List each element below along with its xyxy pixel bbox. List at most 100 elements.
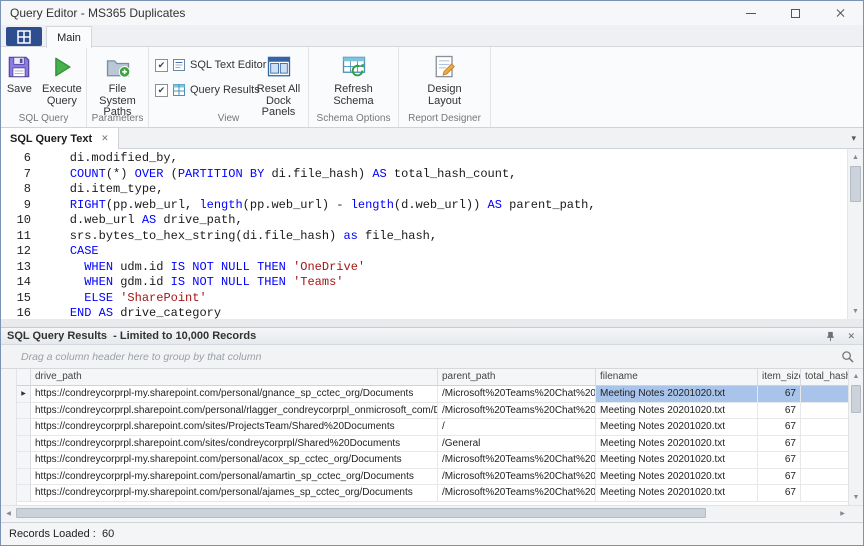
cell-item_size[interactable]: 67 [758,469,801,486]
cell-drive_path[interactable]: https://condreycorprpl-my.sharepoint.com… [31,469,438,486]
cell-item_size[interactable]: 67 [758,403,801,420]
results-close-icon[interactable]: ✕ [847,331,855,342]
pin-icon[interactable] [825,331,836,342]
column-header-parent_path[interactable]: parent_path [438,369,596,386]
table-row[interactable]: https://condreycorprpl-my.sharepoint.com… [17,452,848,469]
code-text: WHEN udm.id IS NOT NULL THEN 'OneDrive' [31,260,365,276]
table-row[interactable]: https://condreycorprpl.sharepoint.com/si… [17,419,848,436]
cell-parent_path[interactable]: /Microsoft%20Teams%20Chat%20Files [438,386,596,403]
cell-parent_path[interactable]: /General [438,436,596,453]
ribbon-group-caption-view: View [149,113,308,124]
cell-item_size[interactable]: 67 [758,452,801,469]
search-icon[interactable] [841,350,854,363]
cell-parent_path[interactable]: /Microsoft%20Teams%20Chat%20Files [438,452,596,469]
cell-total_hash[interactable] [801,386,848,403]
tab-main[interactable]: Main [46,26,92,48]
grid-horizontal-scrollbar[interactable]: ◀ ▶ [1,505,850,520]
ribbon-group-view: ✔ SQL Text Editor ✔ Query Results Reset … [149,47,309,127]
ribbon-group-caption-report-designer: Report Designer [399,113,490,124]
scroll-down-icon[interactable]: ▼ [849,490,863,505]
cell-total_hash[interactable] [801,419,848,436]
maximize-button[interactable] [773,1,818,25]
code-area[interactable]: 6 di.modified_by,7 COUNT(*) OVER (PARTIT… [1,151,846,319]
dock-panels-icon [265,53,293,81]
grid-header-row: drive_pathparent_pathfilenameitem_sizeto… [17,369,848,386]
column-header-filename[interactable]: filename [596,369,758,386]
chevron-down-icon[interactable]: ▾ [851,133,856,144]
title-bar: Query Editor - MS365 Duplicates [1,1,863,25]
code-text: COUNT(*) OVER (PARTITION BY di.file_hash… [31,167,516,183]
table-row[interactable]: https://condreycorprpl.sharepoint.com/si… [17,436,848,453]
code-text: ELSE 'SharePoint' [31,291,207,307]
tab-sql-query-text[interactable]: SQL Query Text ✕ [1,128,119,149]
cell-total_hash[interactable] [801,403,848,420]
column-header-item_size[interactable]: item_size [758,369,801,386]
row-indicator-cell [17,436,31,453]
sql-editor[interactable]: 6 di.modified_by,7 COUNT(*) OVER (PARTIT… [1,149,863,319]
cell-filename[interactable]: Meeting Notes 20201020.txt [596,419,758,436]
cell-parent_path[interactable]: /Microsoft%20Teams%20Chat%20Files [438,469,596,486]
minimize-button[interactable] [728,1,773,25]
application-grid-icon [17,30,31,44]
cell-filename[interactable]: Meeting Notes 20201020.txt [596,403,758,420]
file-system-paths-button[interactable]: File System Paths [88,51,147,121]
table-row[interactable]: https://condreycorprpl-my.sharepoint.com… [17,485,848,502]
scroll-down-icon[interactable]: ▼ [848,303,863,319]
refresh-schema-button[interactable]: Refresh Schema [325,51,383,109]
line-number: 14 [1,275,31,291]
code-text: srs.bytes_to_hex_string(di.file_hash) as… [31,229,437,245]
cell-drive_path[interactable]: https://condreycorprpl-my.sharepoint.com… [31,452,438,469]
cell-parent_path[interactable]: / [438,419,596,436]
column-header-drive_path[interactable]: drive_path [31,369,438,386]
cell-drive_path[interactable]: https://condreycorprpl.sharepoint.com/si… [31,436,438,453]
panel-splitter[interactable] [1,319,863,327]
cell-filename[interactable]: Meeting Notes 20201020.txt [596,436,758,453]
close-icon [836,8,846,18]
cell-filename[interactable]: Meeting Notes 20201020.txt [596,485,758,502]
cell-parent_path[interactable]: /Microsoft%20Teams%20Chat%20Files [438,485,596,502]
editor-vertical-scrollbar[interactable]: ▲ ▼ [847,149,863,319]
cell-item_size[interactable]: 67 [758,485,801,502]
cell-drive_path[interactable]: https://condreycorprpl-my.sharepoint.com… [31,485,438,502]
cell-item_size[interactable]: 67 [758,386,801,403]
cell-parent_path[interactable]: /Microsoft%20Teams%20Chat%20Files [438,403,596,420]
status-bar: Records Loaded : 60 [1,522,863,545]
cell-filename[interactable]: Meeting Notes 20201020.txt [596,469,758,486]
cell-drive_path[interactable]: https://condreycorprpl.sharepoint.com/si… [31,419,438,436]
cell-drive_path[interactable]: https://condreycorprpl.sharepoint.com/pe… [31,403,438,420]
ribbon-group-caption-schema-options: Schema Options [309,113,398,124]
checkbox-query-results[interactable]: ✔ Query Results [155,83,245,97]
checkbox-sql-text-editor[interactable]: ✔ SQL Text Editor [155,58,245,72]
line-number: 8 [1,182,31,198]
execute-query-button[interactable]: Execute Query [39,51,85,109]
cell-total_hash[interactable] [801,485,848,502]
cell-item_size[interactable]: 67 [758,419,801,436]
cell-filename[interactable]: Meeting Notes 20201020.txt [596,386,758,403]
cell-drive_path[interactable]: https://condreycorprpl-my.sharepoint.com… [31,386,438,403]
cell-total_hash[interactable] [801,452,848,469]
cell-filename[interactable]: Meeting Notes 20201020.txt [596,452,758,469]
horizontal-scrollbar-thumb[interactable] [16,508,706,518]
save-button[interactable]: Save [2,51,37,98]
cell-item_size[interactable]: 67 [758,436,801,453]
cell-total_hash[interactable] [801,469,848,486]
table-row[interactable]: https://condreycorprpl.sharepoint.com/pe… [17,403,848,420]
table-row[interactable]: https://condreycorprpl-my.sharepoint.com… [17,469,848,486]
column-header-total_hash[interactable]: total_hash [801,369,848,386]
scroll-left-icon[interactable]: ◀ [1,506,16,521]
cell-total_hash[interactable] [801,436,848,453]
code-text: WHEN gdm.id IS NOT NULL THEN 'Teams' [31,275,344,291]
tab-close-icon[interactable]: ✕ [101,133,109,144]
editor-scrollbar-thumb[interactable] [850,166,861,202]
scroll-up-icon[interactable]: ▲ [849,369,863,384]
design-layout-button[interactable]: Design Layout [417,51,473,109]
grid-scrollbar-thumb[interactable] [851,385,861,413]
grid-vertical-scrollbar[interactable]: ▲ ▼ [848,369,863,505]
group-by-panel[interactable]: Drag a column header here to group by th… [1,345,863,369]
close-button[interactable] [818,1,863,25]
scroll-up-icon[interactable]: ▲ [848,149,863,165]
application-menu-button[interactable] [6,27,42,46]
code-line: 6 di.modified_by, [1,151,846,167]
table-row[interactable]: ▶https://condreycorprpl-my.sharepoint.co… [17,386,848,403]
reset-dock-panels-button[interactable]: Reset All Dock Panels [250,51,307,121]
